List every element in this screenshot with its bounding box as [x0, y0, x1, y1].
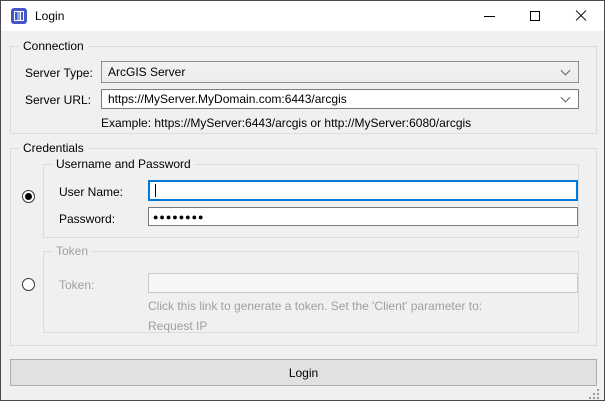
server-url-combobox[interactable]: https://MyServer.MyDomain.com:6443/arcgi… — [101, 89, 579, 109]
text-caret — [155, 184, 156, 197]
password-masked-value: ●●●●●●●● — [153, 211, 205, 222]
chevron-down-icon — [561, 66, 571, 76]
request-ip-link[interactable]: Request IP — [148, 319, 207, 333]
username-password-radio[interactable] — [22, 190, 35, 203]
server-type-dropdown[interactable]: ArcGIS Server — [101, 61, 579, 83]
window-controls — [466, 1, 604, 31]
token-hint-text: Click this link to generate a token. Set… — [148, 299, 482, 313]
minimize-icon — [484, 16, 495, 17]
username-password-caption: Username and Password — [52, 157, 195, 171]
close-icon — [575, 10, 587, 22]
login-button-label: Login — [289, 366, 318, 380]
server-type-label: Server Type: — [25, 66, 93, 80]
token-caption: Token — [52, 244, 92, 258]
titlebar[interactable]: Login — [1, 1, 604, 31]
token-input[interactable] — [148, 273, 578, 293]
minimize-button[interactable] — [466, 1, 512, 31]
token-radio[interactable] — [22, 278, 35, 291]
username-password-groupbox: Username and Password — [43, 164, 579, 238]
user-name-input[interactable] — [148, 180, 578, 201]
chevron-down-icon — [561, 93, 571, 103]
token-label: Token: — [59, 278, 94, 292]
password-label: Password: — [59, 212, 115, 226]
close-button[interactable] — [558, 1, 604, 31]
server-type-value: ArcGIS Server — [108, 65, 185, 79]
server-url-value: https://MyServer.MyDomain.com:6443/arcgi… — [108, 92, 347, 106]
login-button[interactable]: Login — [10, 359, 597, 386]
server-url-label: Server URL: — [25, 93, 91, 107]
server-url-example-text: Example: https://MyServer:6443/arcgis or… — [101, 116, 471, 130]
connection-caption: Connection — [19, 39, 88, 53]
maximize-icon — [530, 11, 540, 21]
window-title: Login — [35, 9, 64, 23]
maximize-button[interactable] — [512, 1, 558, 31]
password-input[interactable]: ●●●●●●●● — [148, 207, 578, 226]
user-name-label: User Name: — [59, 185, 123, 199]
app-window-icon — [11, 8, 27, 24]
credentials-caption: Credentials — [19, 141, 88, 155]
login-dialog: Login Connection Server Type: ArcGIS Ser… — [0, 0, 605, 401]
